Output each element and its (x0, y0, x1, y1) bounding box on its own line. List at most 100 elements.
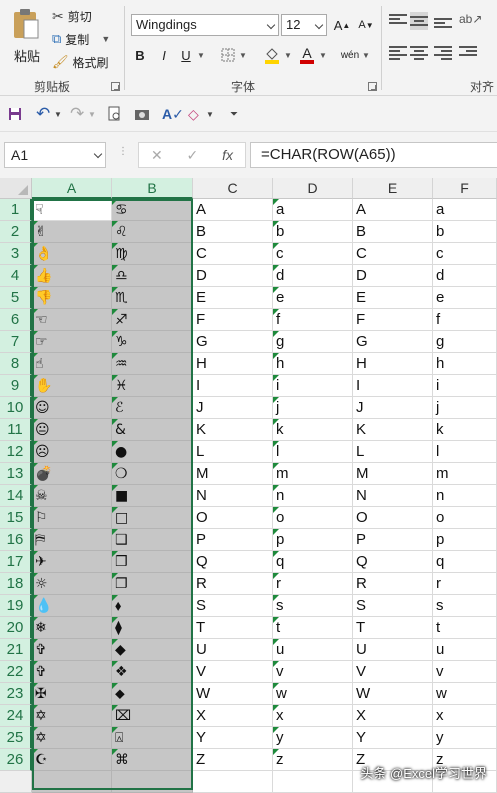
cell-e5[interactable]: E (353, 287, 433, 309)
cell-a8[interactable]: ☝ (32, 353, 112, 375)
cell-f22[interactable]: v (433, 661, 497, 683)
align-left-icon[interactable] (389, 44, 407, 62)
cell-f7[interactable]: g (433, 331, 497, 353)
cell-f1[interactable]: a (433, 199, 497, 221)
cell-b14[interactable]: ■ (112, 485, 193, 507)
row-header[interactable]: 2 (0, 221, 32, 243)
cell-c10[interactable]: J (193, 397, 273, 419)
cell-f15[interactable]: o (433, 507, 497, 529)
cell-e12[interactable]: L (353, 441, 433, 463)
cell-e21[interactable]: U (353, 639, 433, 661)
cell-e20[interactable]: T (353, 617, 433, 639)
chevron-down-icon[interactable]: ▼ (318, 44, 328, 66)
cell-e11[interactable]: K (353, 419, 433, 441)
grip-icon[interactable]: ⋮ (118, 146, 128, 157)
cell-c25[interactable]: Y (193, 727, 273, 749)
customize-icon[interactable]: ⏷ (230, 105, 238, 123)
cell-e14[interactable]: N (353, 485, 433, 507)
cell-b5[interactable]: ♏ (112, 287, 193, 309)
cell-c22[interactable]: V (193, 661, 273, 683)
cell-d15[interactable]: o (273, 507, 353, 529)
cell-a12[interactable]: ☹ (32, 441, 112, 463)
cell-e2[interactable]: B (353, 221, 433, 243)
cell-a13[interactable]: 💣 (32, 463, 112, 485)
cancel-button[interactable]: ✕ (151, 147, 163, 164)
cell-d11[interactable]: k (273, 419, 353, 441)
row-header[interactable]: 19 (0, 595, 32, 617)
chevron-down-icon[interactable]: ▼ (88, 105, 96, 123)
cell-b26[interactable]: ⌘ (112, 749, 193, 771)
cell-b25[interactable]: ⍓ (112, 727, 193, 749)
cell-b17[interactable]: ❒ (112, 551, 193, 573)
row-header[interactable]: 23 (0, 683, 32, 705)
enter-button[interactable]: ✓ (187, 147, 199, 164)
cell-c7[interactable]: G (193, 331, 273, 353)
undo-icon[interactable]: ↶ (36, 104, 50, 123)
paste-button[interactable]: 粘贴 (4, 6, 50, 64)
cell-a16[interactable]: ⛿ (32, 529, 112, 551)
row-header[interactable]: 11 (0, 419, 32, 441)
cell-b10[interactable]: ℰ (112, 397, 193, 419)
cell-e22[interactable]: V (353, 661, 433, 683)
cell-e9[interactable]: I (353, 375, 433, 397)
cell-f13[interactable]: m (433, 463, 497, 485)
cell-d17[interactable]: q (273, 551, 353, 573)
cell-c24[interactable]: X (193, 705, 273, 727)
cell-c14[interactable]: N (193, 485, 273, 507)
cell-c16[interactable]: P (193, 529, 273, 551)
cell-d21[interactable]: u (273, 639, 353, 661)
cell-c3[interactable]: C (193, 243, 273, 265)
cell-b9[interactable]: ♓ (112, 375, 193, 397)
cell-b22[interactable]: ❖ (112, 661, 193, 683)
font-name-select[interactable]: Wingdings (131, 14, 279, 36)
cell-a24[interactable]: ✡ (32, 705, 112, 727)
cell-a9[interactable]: ✋ (32, 375, 112, 397)
indent-icon[interactable] (459, 44, 477, 62)
cell-d22[interactable]: v (273, 661, 353, 683)
cell-c23[interactable]: W (193, 683, 273, 705)
cell-e6[interactable]: F (353, 309, 433, 331)
row-header[interactable]: 15 (0, 507, 32, 529)
cell-a22[interactable]: ✞ (32, 661, 112, 683)
cell-f21[interactable]: u (433, 639, 497, 661)
column-header-d[interactable]: D (273, 178, 353, 199)
align-center-icon[interactable] (410, 44, 428, 62)
cell-d5[interactable]: e (273, 287, 353, 309)
cell-e13[interactable]: M (353, 463, 433, 485)
cell-c11[interactable]: K (193, 419, 273, 441)
chevron-down-icon[interactable]: ▼ (361, 44, 371, 66)
cell-b7[interactable]: ♑ (112, 331, 193, 353)
chevron-down-icon[interactable]: ▼ (238, 44, 248, 66)
cell-c2[interactable]: B (193, 221, 273, 243)
chevron-down-icon[interactable]: ▼ (196, 44, 206, 66)
cell-c4[interactable]: D (193, 265, 273, 287)
cell-a5[interactable]: 👎 (32, 287, 112, 309)
align-right-icon[interactable] (434, 44, 452, 62)
cell-f18[interactable]: r (433, 573, 497, 595)
cell-b2[interactable]: ♌ (112, 221, 193, 243)
cell-b16[interactable]: ❑ (112, 529, 193, 551)
row-header[interactable]: 22 (0, 661, 32, 683)
cell-e25[interactable]: Y (353, 727, 433, 749)
cell-e1[interactable]: A (353, 199, 433, 221)
column-header-e[interactable]: E (353, 178, 433, 199)
cell-e10[interactable]: J (353, 397, 433, 419)
cell-d18[interactable]: r (273, 573, 353, 595)
cell-f10[interactable]: j (433, 397, 497, 419)
align-middle-icon[interactable] (410, 12, 428, 30)
cell-d8[interactable]: h (273, 353, 353, 375)
formula-input[interactable]: =CHAR(ROW(A65)) (250, 142, 497, 168)
cell-c9[interactable]: I (193, 375, 273, 397)
bold-button[interactable]: B (133, 44, 147, 66)
cell-d2[interactable]: b (273, 221, 353, 243)
cell-b1[interactable]: ♋ (112, 199, 193, 221)
column-header-c[interactable]: C (193, 178, 273, 199)
cell-c13[interactable]: M (193, 463, 273, 485)
cell-b8[interactable]: ♒ (112, 353, 193, 375)
cell-d1[interactable]: a (273, 199, 353, 221)
cell-e15[interactable]: O (353, 507, 433, 529)
save-icon[interactable] (8, 105, 22, 123)
cell-b19[interactable]: ⬧ (112, 595, 193, 617)
row-header[interactable]: 25 (0, 727, 32, 749)
copy-button[interactable]: ⧉ 复制 ▼ (52, 29, 110, 49)
